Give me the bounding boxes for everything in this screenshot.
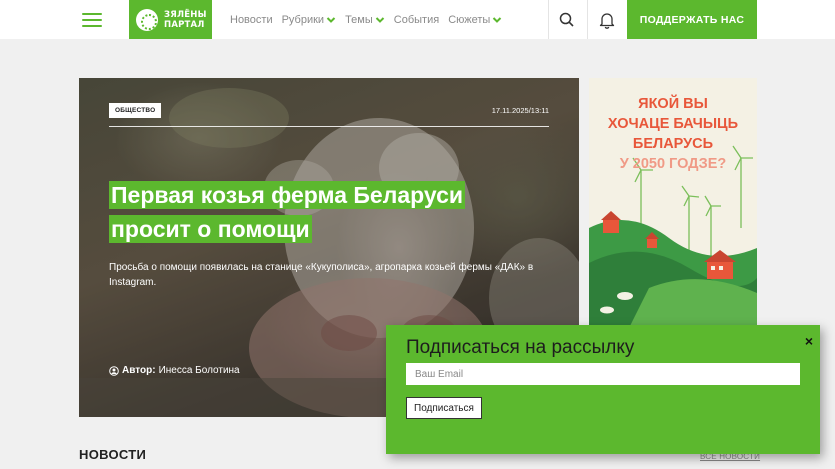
nav-label: Новости [230,13,273,26]
nav-item-topics[interactable]: Темы [345,14,385,26]
menu-icon[interactable] [82,13,102,27]
chevron-down-icon [375,16,384,23]
article-date: 17.11.2025/13:11 [491,106,549,115]
banner-line-3: БЕЛАРУСЬ [632,136,714,152]
nav-label: Рубрики [281,13,325,26]
banner-line-2: ХОЧАЦЕ БАЧЫЦЬ [607,116,739,132]
author-label: Автор: [122,365,156,376]
banner-text: ЯКОЙ ВЫ ХОЧАЦЕ БАЧЫЦЬ БЕЛАРУСЬ У 2050 ГО… [589,94,757,174]
bell-icon[interactable] [597,10,617,30]
nav-item-events[interactable]: События [394,14,439,26]
nav-label: Сюжеты [448,13,491,26]
site-header: ЗЯЛЁНЫ ПАРТАЛ Новости Рубрики Темы Событ… [0,0,835,39]
nav-label: Темы [345,13,373,26]
popup-title: Подписаться на рассылку [406,337,635,358]
nav-item-rubrics[interactable]: Рубрики [282,14,336,26]
logo-line-2: ПАРТАЛ [164,19,205,30]
promo-banner[interactable]: ЯКОЙ ВЫ ХОЧАЦЕ БАЧЫЦЬ БЕЛАРУСЬ У 2050 ГО… [589,78,757,328]
subscribe-button[interactable]: Подписаться [406,397,482,419]
logo-mark-icon [136,8,158,31]
logo-line-1: ЗЯЛЁНЫ [164,9,207,20]
chevron-down-icon [493,16,502,23]
user-icon [109,365,119,376]
banner-line-4: У 2050 ГОДЗЕ? [619,156,727,172]
nav-label: События [393,13,440,26]
news-section-title: НОВОСТИ [79,447,147,462]
site-logo[interactable]: ЗЯЛЁНЫ ПАРТАЛ [129,0,212,39]
article-lead: Просьба о помощи появилась на станице «К… [109,262,534,288]
newsletter-popup: Подписаться на рассылку × Подписаться [386,325,820,454]
search-icon[interactable] [557,10,577,30]
article-author: Автор: Инесса Болотина [109,365,240,376]
article-title-line-1: Первая козья ферма Беларуси [109,181,466,209]
nav-item-news[interactable]: Новости [230,14,273,26]
article-title-line-2: просит о помощи [109,215,312,243]
header-divider [548,0,549,39]
hero-divider [109,126,549,127]
nav-item-stories[interactable]: Сюжеты [448,14,502,26]
header-divider [587,0,588,39]
email-field[interactable] [406,363,800,385]
author-name[interactable]: Инесса Болотина [159,365,240,376]
category-badge[interactable]: ОБЩЕСТВО [109,103,162,118]
banner-line-1: ЯКОЙ ВЫ [638,96,708,112]
close-icon[interactable]: × [805,333,813,349]
logo-text: ЗЯЛЁНЫ ПАРТАЛ [164,10,207,30]
main-nav: Новости Рубрики Темы События Сюжеты [230,0,502,39]
chevron-down-icon [326,16,336,23]
support-button[interactable]: ПОДДЕРЖАТЬ НАС [627,0,757,39]
article-title[interactable]: Первая козья ферма Беларуси просит о пом… [109,178,509,246]
